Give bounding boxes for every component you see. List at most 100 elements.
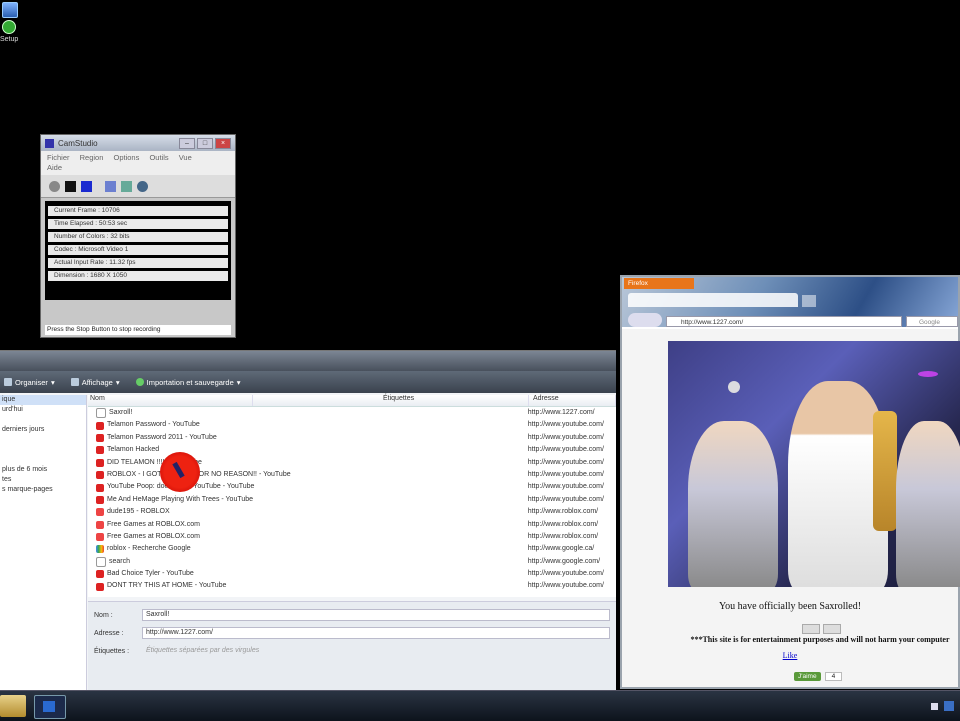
url-bar[interactable]: http://www.1227.com/	[666, 316, 902, 327]
youtube-favicon-icon	[96, 421, 104, 430]
camstudio-titlebar[interactable]: CamStudio – □ ×	[41, 135, 235, 151]
menu-aide[interactable]: Aide	[47, 163, 62, 172]
sidebar-item-history[interactable]: ique	[0, 395, 86, 405]
settings-icon[interactable]	[137, 180, 148, 192]
youtube-favicon-icon	[96, 433, 104, 442]
bookmark-name: Free Games at ROBLOX.com	[107, 532, 200, 540]
table-row[interactable]: Me And HeMage Playing With Trees - YouTu…	[88, 494, 616, 506]
column-address[interactable]: Adresse	[529, 395, 616, 406]
table-row[interactable]: roblox - Recherche Google http://www.goog…	[88, 543, 616, 555]
youtube-favicon-icon	[96, 471, 104, 480]
table-row[interactable]: Bad Choice Tyler - YouTube http://www.you…	[88, 568, 616, 580]
record-icon[interactable]	[49, 180, 60, 192]
bookmark-name: Saxroll!	[109, 409, 133, 416]
firefox-menu-button[interactable]: Firefox	[624, 278, 694, 289]
browser-tab[interactable]	[628, 293, 798, 307]
sidebar-item-bookmarks[interactable]: s marque-pages	[0, 485, 86, 495]
youtube-favicon-icon	[96, 483, 104, 492]
stop-icon[interactable]	[65, 180, 76, 192]
stage-light	[918, 371, 938, 377]
search-bar[interactable]: Google	[906, 316, 958, 327]
detail-name-field[interactable]: Saxroll!	[142, 609, 610, 621]
bookmark-name: Telamon Hacked	[107, 446, 160, 454]
table-row[interactable]: DONT TRY THIS AT HOME - YouTube http://ww…	[88, 580, 616, 592]
region-icon[interactable]	[105, 180, 116, 192]
table-row[interactable]: Free Games at ROBLOX.com http://www.roblo…	[88, 519, 616, 531]
sidebar-item-blank	[0, 445, 86, 455]
bookmark-list: Nom Étiquettes Adresse Saxroll! http://ww…	[88, 395, 616, 597]
share-button[interactable]	[802, 624, 820, 634]
show-desktop-icon[interactable]	[944, 701, 954, 711]
pause-icon[interactable]	[81, 180, 92, 192]
sidebar-item-today[interactable]: urd'hui	[0, 405, 86, 415]
share-button[interactable]	[823, 624, 841, 634]
detail-url-label: Adresse :	[94, 629, 124, 637]
view-icon	[70, 378, 79, 386]
table-row[interactable]: Saxroll! http://www.1227.com/	[88, 407, 616, 419]
page-icon	[96, 408, 106, 419]
youtube-favicon-icon	[96, 446, 104, 455]
folder-taskbar-icon[interactable]	[0, 695, 26, 717]
column-tags[interactable]: Étiquettes	[253, 395, 529, 406]
bookmark-name: Telamon Password 2011 - YouTube	[107, 433, 217, 441]
bookmark-url: http://www.youtube.com/	[527, 470, 604, 478]
close-button[interactable]: ×	[215, 137, 231, 149]
column-name[interactable]: Nom	[88, 395, 253, 406]
disclaimer-text: ***This site is for entertainment purpos…	[690, 635, 950, 644]
menu-vue[interactable]: Vue	[179, 153, 192, 162]
bookmark-name: roblox - Recherche Google	[107, 545, 191, 553]
import-backup-menu[interactable]: Importation et sauvegarde ▾	[135, 378, 241, 387]
roblox-favicon-icon	[96, 508, 104, 517]
camstudio-toolbar	[41, 175, 235, 198]
like-link[interactable]: Like	[622, 651, 958, 660]
dancer-figure	[896, 421, 960, 587]
menu-fichier[interactable]: Fichier	[47, 153, 70, 162]
stat-dimension: Dimension : 1680 X 1050	[48, 271, 228, 281]
table-row[interactable]: dude195 - ROBLOX http://www.roblox.com/	[88, 506, 616, 518]
library-toolbar: Organiser ▾ Affichage ▾ Importation et s…	[0, 371, 616, 393]
saxophone-video[interactable]	[668, 341, 960, 587]
library-titlebar[interactable]	[0, 351, 616, 371]
tray-arrow-icon[interactable]	[931, 703, 938, 710]
stat-input-rate: Actual Input Rate : 11.32 fps	[48, 258, 228, 268]
saxroll-message: You have officially been Saxrolled!	[718, 601, 862, 612]
menu-outils[interactable]: Outils	[149, 153, 168, 162]
desktop-setup-icon[interactable]: Setup	[0, 2, 26, 43]
stat-time-elapsed: Time Elapsed : 50:53 sec	[48, 219, 228, 229]
bookmark-url: http://www.youtube.com/	[527, 458, 604, 466]
page-icon	[96, 556, 106, 567]
taskbar	[0, 690, 960, 721]
table-row[interactable]: search http://www.google.com/	[88, 556, 616, 568]
menu-options[interactable]: Options	[113, 153, 139, 162]
menu-region[interactable]: Region	[80, 153, 104, 162]
annotation-icon[interactable]	[121, 180, 132, 192]
minimize-button[interactable]: –	[179, 137, 195, 149]
bookmarks-library-window: Organiser ▾ Affichage ▾ Importation et s…	[0, 350, 616, 691]
sidebar-item-older[interactable]: plus de 6 mois	[0, 465, 86, 475]
like-button[interactable]: J'aime	[794, 672, 821, 681]
bookmark-name: DONT TRY THIS AT HOME - YouTube	[107, 582, 227, 590]
roblox-favicon-icon	[96, 533, 104, 542]
list-rows: Saxroll! http://www.1227.com/Telamon Pass…	[88, 407, 616, 593]
like-count: 4	[824, 672, 843, 681]
table-row[interactable]: Telamon Password 2011 - YouTube http://ww…	[88, 432, 616, 444]
bookmark-url: http://www.youtube.com/	[527, 421, 604, 429]
sidebar-item-blank	[0, 415, 86, 425]
camstudio-window: CamStudio – □ × Fichier Region Options O…	[40, 134, 236, 338]
table-row[interactable]: Telamon Password - YouTube http://www.you…	[88, 419, 616, 431]
camstudio-status: Press the Stop Button to stop recording	[45, 325, 231, 335]
table-row[interactable]: Free Games at ROBLOX.com http://www.roblo…	[88, 531, 616, 543]
detail-name-label: Nom :	[94, 611, 113, 619]
detail-tags-field[interactable]: Étiquettes séparées par des virgules	[142, 645, 610, 657]
sidebar-item-tags[interactable]: tes	[0, 475, 86, 485]
view-menu[interactable]: Affichage ▾	[70, 378, 120, 387]
organize-menu[interactable]: Organiser ▾	[4, 378, 55, 387]
detail-url-field[interactable]: http://www.1227.com/	[142, 627, 610, 639]
maximize-button[interactable]: □	[197, 137, 213, 149]
new-tab-button[interactable]	[802, 295, 816, 307]
back-forward-buttons[interactable]	[628, 313, 662, 327]
import-icon	[135, 378, 144, 386]
sidebar-item-last-days[interactable]: derniers jours	[0, 425, 86, 435]
table-row[interactable]: Telamon Hacked http://www.youtube.com/	[88, 444, 616, 456]
camstudio-taskbar-button[interactable]	[34, 695, 66, 719]
